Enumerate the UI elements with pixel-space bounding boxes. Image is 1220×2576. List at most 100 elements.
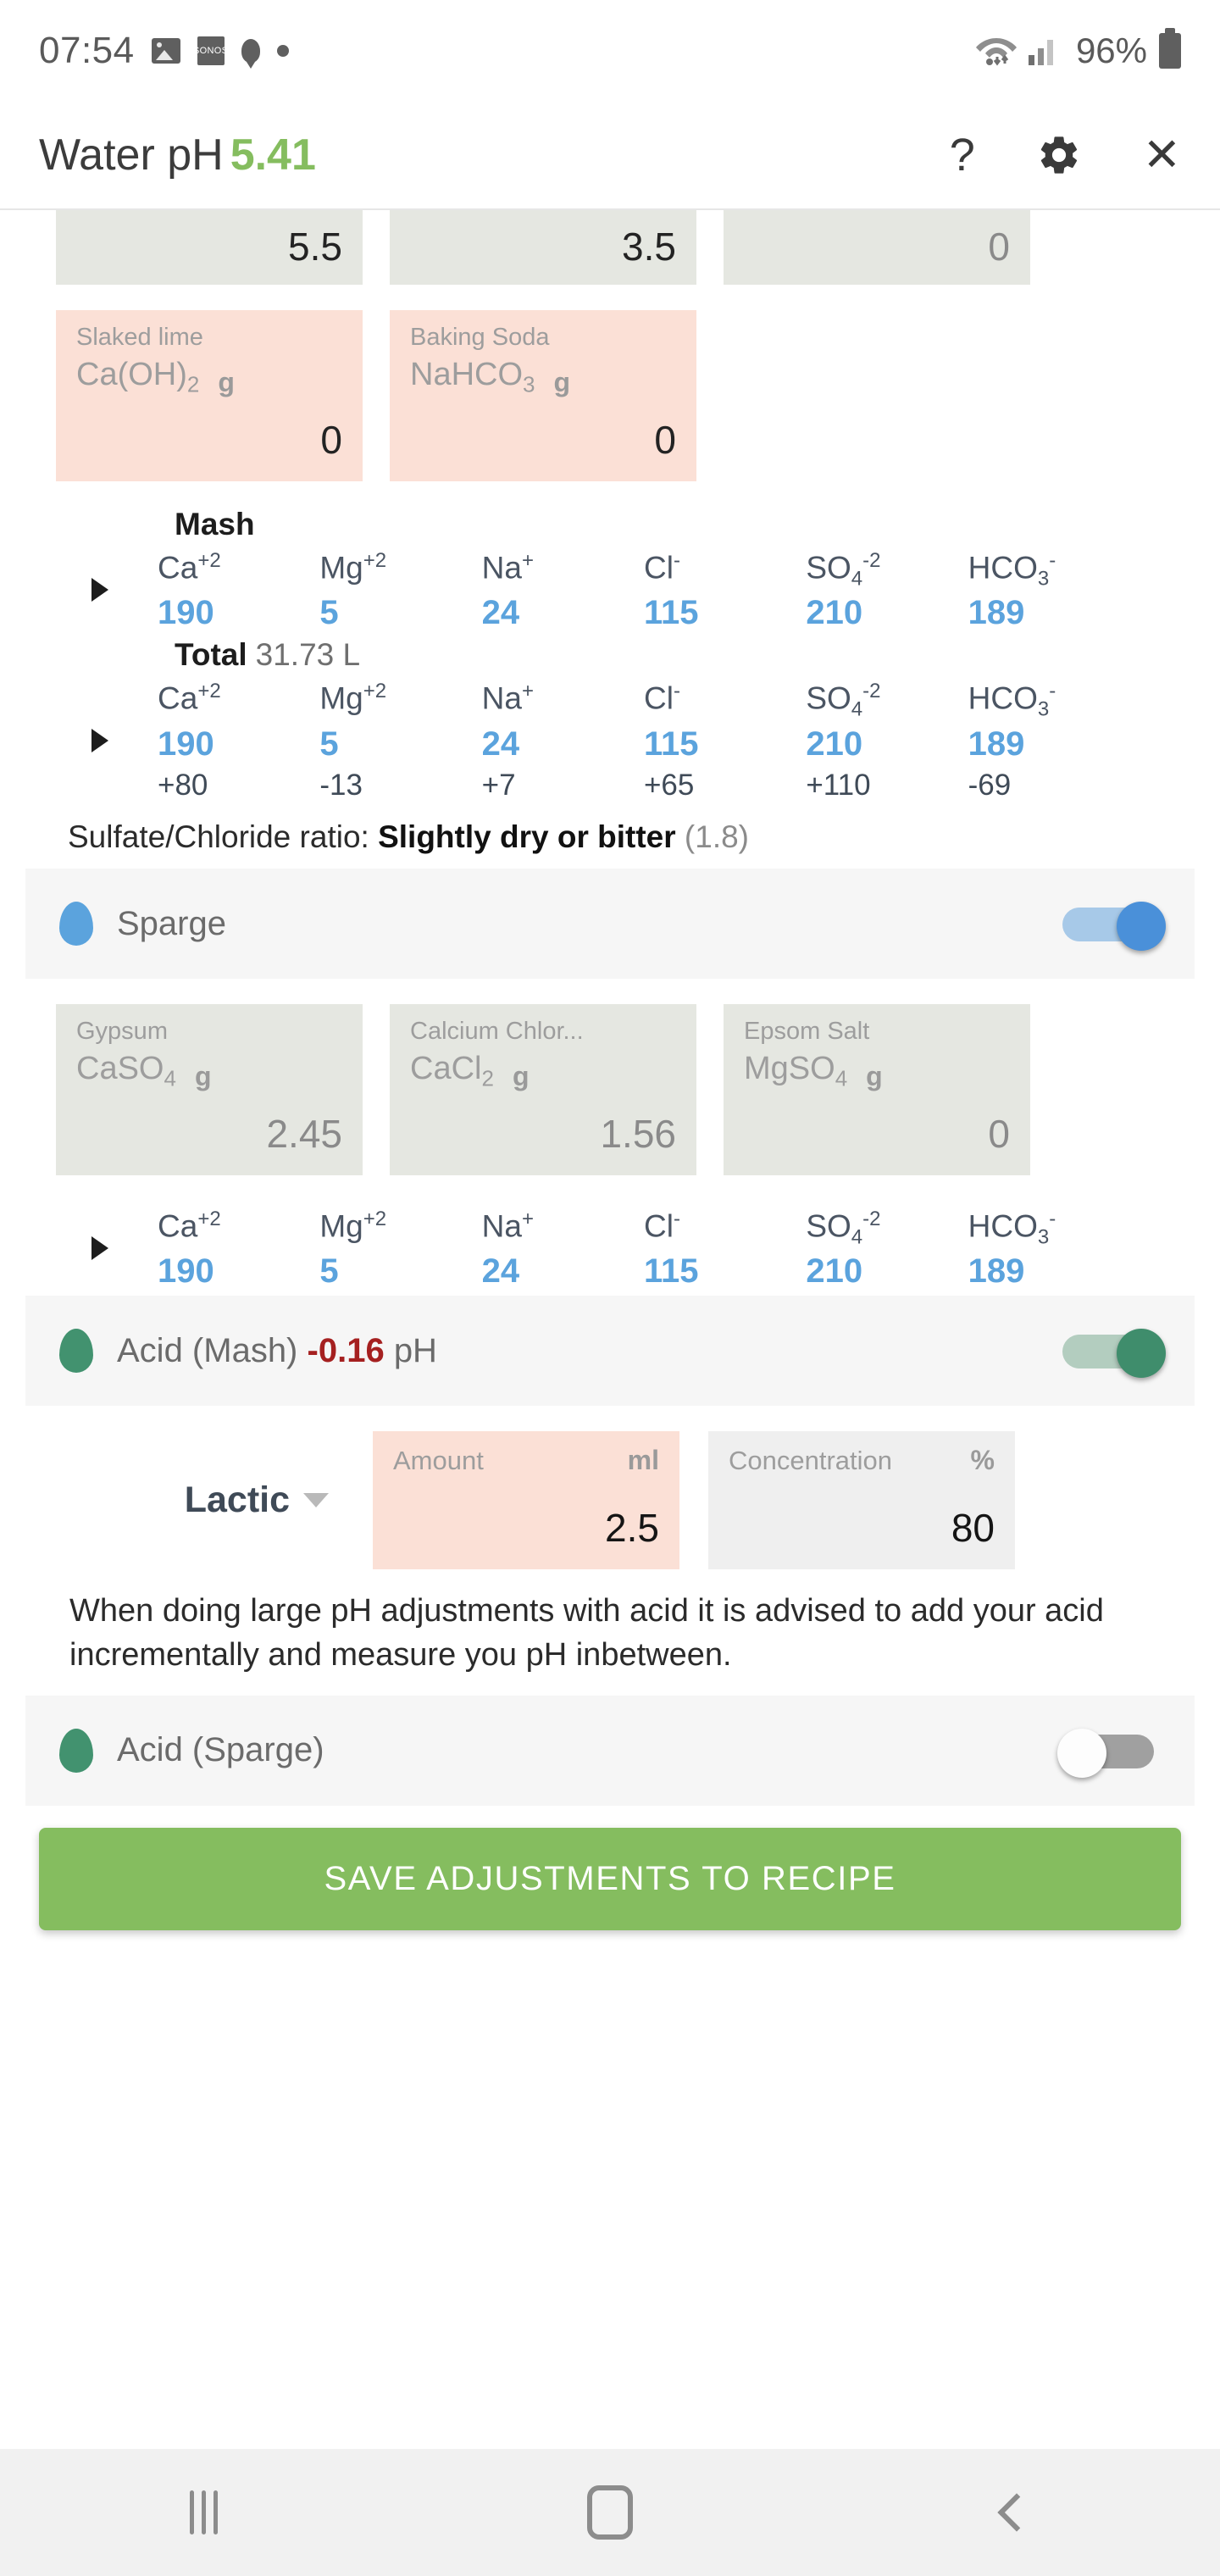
ion-header: Ca+2 xyxy=(158,680,221,716)
sonos-icon: SONOS xyxy=(193,36,228,65)
dot-icon xyxy=(276,45,289,57)
slaked-lime-field[interactable]: Slaked lime Ca(OH)2 g 0 xyxy=(56,310,363,481)
ion-value: 115 xyxy=(643,1252,699,1291)
ion-value: 210 xyxy=(806,725,863,763)
mash-ion-block[interactable]: Ca+2 Mg+2 Na+ Cl- SO4-2 HCO3- 190 5 24 1… xyxy=(0,542,1220,638)
acid-sparge-toggle[interactable] xyxy=(1057,1728,1161,1778)
chevron-down-icon xyxy=(303,1493,329,1508)
wifi-icon xyxy=(974,31,1018,71)
mash-ion-grid: Ca+2 Mg+2 Na+ Cl- SO4-2 HCO3- 190 5 24 1… xyxy=(0,542,1181,638)
ion-header: Cl- xyxy=(643,548,680,585)
ion-header: Mg+2 xyxy=(319,680,387,716)
epsom-salt-field[interactable]: Epsom Salt MgSO4 g 0 xyxy=(724,1004,1030,1175)
ion-header: Na+ xyxy=(481,680,534,716)
alkaline-additions-row: Slaked lime Ca(OH)2 g 0 Baking Soda NaHC… xyxy=(0,310,1220,481)
ion-value: 189 xyxy=(968,725,1025,763)
ion-value: 24 xyxy=(481,725,520,763)
ion-header: Cl- xyxy=(643,680,680,716)
battery-icon xyxy=(1159,28,1181,69)
sparge-toggle[interactable] xyxy=(1062,902,1166,952)
toggle-knob xyxy=(1057,1728,1106,1778)
ion-value: 5 xyxy=(319,594,339,632)
ratio-value: (1.8) xyxy=(684,819,749,855)
ion-delta: +7 xyxy=(481,769,516,802)
ion-header: Cl- xyxy=(643,1207,680,1243)
help-icon[interactable]: ? xyxy=(950,132,975,178)
save-adjustments-button[interactable]: SAVE ADJUSTMENTS TO RECIPE xyxy=(39,1827,1181,1930)
acid-type-dropdown[interactable]: Lactic xyxy=(56,1480,344,1521)
app-header-actions: ? ✕ xyxy=(950,132,1181,178)
ion-header: HCO3- xyxy=(968,680,1056,722)
acid-mash-delta-ph: -0.16 xyxy=(307,1331,385,1369)
total-label: Total 31.73 L xyxy=(175,637,361,673)
acid-type-value: Lactic xyxy=(184,1480,290,1521)
home-button[interactable] xyxy=(407,2485,813,2540)
ion-value: 189 xyxy=(968,594,1025,632)
acid-drop-icon xyxy=(59,1728,93,1773)
gypsum-field[interactable]: Gypsum CaSO4 g 2.45 xyxy=(56,1004,363,1175)
chem-unit: g xyxy=(194,1060,212,1091)
ion-delta: -13 xyxy=(319,769,363,802)
ion-value: 5 xyxy=(319,1252,339,1291)
chem-unit: g xyxy=(866,1060,883,1091)
chem-formula: Ca(OH)2 xyxy=(76,357,200,397)
android-nav-bar xyxy=(0,2449,1220,2576)
ph-value: 5.41 xyxy=(230,130,316,180)
value-box[interactable]: 3.5 xyxy=(390,210,696,285)
ion-delta: +65 xyxy=(643,769,695,802)
recents-icon xyxy=(189,2490,218,2534)
acid-sparge-section-header[interactable]: Acid (Sparge) xyxy=(25,1695,1195,1806)
calcium-chloride-field[interactable]: Calcium Chlor... CaCl2 g 1.56 xyxy=(390,1004,696,1175)
sparge-ion-block[interactable]: Ca+2 Mg+2 Na+ Cl- SO4-2 HCO3- 190 5 24 1… xyxy=(0,1201,1220,1296)
ion-value: 189 xyxy=(968,1252,1025,1291)
acid-amount-field[interactable]: Amount ml 2.5 xyxy=(373,1431,679,1570)
chem-unit: g xyxy=(553,366,571,397)
status-bar: 07:54 SONOS 96% xyxy=(0,0,1220,102)
app-header: Water pH 5.41 ? ✕ xyxy=(0,102,1220,210)
ion-value: 210 xyxy=(806,1252,863,1291)
value-text: 3.5 xyxy=(622,225,676,269)
expand-caret-icon[interactable] xyxy=(92,1235,108,1260)
sparge-section-header[interactable]: Sparge xyxy=(25,869,1195,980)
sulfate-chloride-ratio: Sulfate/Chloride ratio: Slightly dry or … xyxy=(0,808,1220,869)
expand-caret-icon[interactable] xyxy=(92,728,108,752)
total-ion-block[interactable]: Ca+2 Mg+2 Na+ Cl- SO4-2 HCO3- 190 5 24 1… xyxy=(0,673,1220,808)
page-title: Water pH 5.41 xyxy=(39,130,316,180)
recents-button[interactable] xyxy=(0,2490,407,2534)
status-bar-left: 07:54 SONOS xyxy=(39,30,289,72)
chem-formula: CaSO4 xyxy=(76,1051,176,1091)
acid-concentration-unit: % xyxy=(970,1445,995,1476)
value-box[interactable]: 0 xyxy=(724,210,1030,285)
chem-value: 0 xyxy=(654,417,676,462)
acid-concentration-field[interactable]: Concentration % 80 xyxy=(708,1431,1015,1570)
ratio-prefix: Sulfate/Chloride ratio: xyxy=(68,819,369,855)
gear-icon[interactable] xyxy=(1036,132,1082,178)
acid-mash-toggle[interactable] xyxy=(1062,1329,1166,1379)
close-icon[interactable]: ✕ xyxy=(1143,132,1181,178)
chem-name: Calcium Chlor... xyxy=(410,1018,584,1046)
chem-formula: MgSO4 xyxy=(744,1051,848,1091)
home-icon xyxy=(587,2485,633,2540)
acid-mash-section-header[interactable]: Acid (Mash) -0.16 pH xyxy=(25,1296,1195,1407)
chem-unit: g xyxy=(218,366,235,397)
ion-header: Ca+2 xyxy=(158,1207,221,1243)
ion-value: 5 xyxy=(319,725,339,763)
signal-icon xyxy=(1027,31,1062,71)
expand-caret-icon[interactable] xyxy=(92,577,108,602)
ion-value: 190 xyxy=(158,594,214,632)
ion-header: Na+ xyxy=(481,548,534,585)
acid-advice-text: When doing large pH adjustments with aci… xyxy=(69,1593,1104,1673)
chem-name: Slaked lime xyxy=(76,324,203,351)
page-title-text: Water pH xyxy=(39,130,224,180)
back-button[interactable] xyxy=(813,2493,1220,2532)
acid-concentration-value: 80 xyxy=(951,1506,995,1551)
ion-value: 190 xyxy=(158,725,214,763)
toggle-knob xyxy=(1117,1329,1166,1379)
baking-soda-field[interactable]: Baking Soda NaHCO3 g 0 xyxy=(390,310,696,481)
value-box[interactable]: 5.5 xyxy=(56,210,363,285)
acid-amount-unit: ml xyxy=(627,1445,659,1476)
back-icon xyxy=(997,2493,1036,2532)
ion-value: 24 xyxy=(481,1252,520,1291)
sparge-salts-row: Gypsum CaSO4 g 2.45 Calcium Chlor... CaC… xyxy=(0,1004,1220,1175)
ion-delta: -69 xyxy=(968,769,1012,802)
